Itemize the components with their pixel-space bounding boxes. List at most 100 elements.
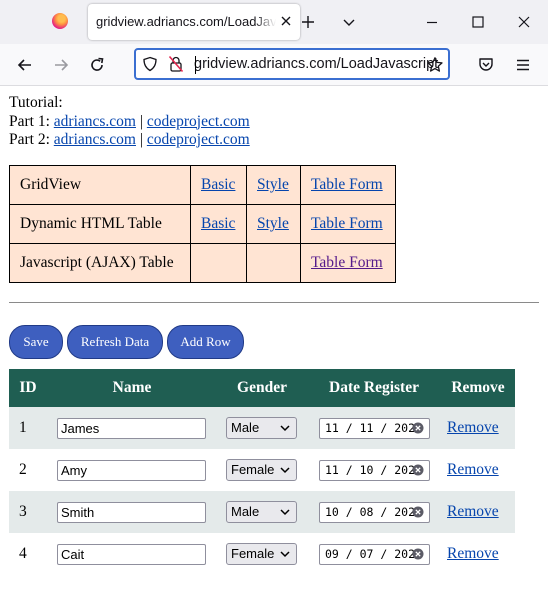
data-grid: ID Name Gender Date Register Remove 1 Ma… — [9, 369, 515, 575]
style-link[interactable]: Style — [257, 215, 289, 232]
menu-icon[interactable] — [514, 56, 532, 74]
remove-link[interactable]: Remove — [447, 545, 499, 562]
url-text: gridview.adriancs.com/LoadJavascript — [194, 56, 439, 72]
back-icon[interactable] — [16, 56, 34, 74]
remove-link[interactable]: Remove — [447, 461, 499, 478]
header-id: ID — [9, 369, 47, 407]
row-id: 4 — [9, 533, 47, 575]
date-value: 11 / 11 / 2022 — [325, 420, 422, 435]
shield-icon[interactable] — [142, 56, 158, 72]
gender-value: Male — [231, 420, 260, 435]
active-tab[interactable]: gridview.adriancs.com/LoadJavascript — [88, 4, 300, 40]
row-id: 2 — [9, 449, 47, 491]
codeproject-link[interactable]: codeproject.com — [147, 113, 250, 130]
nav-row-label: Dynamic HTML Table — [9, 204, 191, 244]
adriancs-link[interactable]: adriancs.com — [54, 131, 136, 148]
date-input[interactable]: 10 / 08 / 2022 — [319, 501, 430, 523]
tutorial-block: Tutorial: Part 1: adriancs.com | codepro… — [9, 94, 539, 150]
nav-row-label: Javascript (AJAX) Table — [9, 243, 191, 283]
bookmark-star-icon[interactable] — [426, 56, 444, 74]
header-name: Name — [47, 369, 217, 407]
firefox-icon[interactable] — [52, 13, 68, 29]
gender-value: Male — [231, 504, 260, 519]
gender-value: Female — [231, 462, 275, 477]
table-form-link[interactable]: Table Form — [311, 254, 383, 271]
header-date: Date Register — [307, 369, 441, 407]
table-row: 2 Female 11 / 10 / 2022 Remove — [9, 449, 515, 491]
nav-row-label: GridView — [9, 165, 191, 205]
insecure-lock-icon[interactable] — [168, 55, 184, 73]
nav-row-dynamic-html: Dynamic HTML Table Basic Style Table For… — [9, 204, 396, 244]
grid-header-row: ID Name Gender Date Register Remove — [9, 369, 515, 407]
style-link[interactable]: Style — [257, 176, 289, 193]
header-remove: Remove — [441, 369, 515, 407]
chevron-down-icon — [280, 551, 290, 558]
basic-link[interactable]: Basic — [201, 215, 235, 232]
gender-select[interactable]: Female — [226, 543, 297, 565]
clear-date-icon[interactable] — [412, 506, 424, 518]
chevron-down-icon — [280, 425, 290, 432]
name-input[interactable] — [57, 543, 206, 565]
gender-select[interactable]: Male — [226, 501, 297, 523]
date-value: 09 / 07 / 2022 — [325, 546, 422, 561]
chevron-down-icon — [280, 509, 290, 516]
tab-list-icon[interactable] — [341, 14, 357, 30]
gender-select[interactable]: Male — [226, 417, 297, 439]
tab-bar: gridview.adriancs.com/LoadJavascript — [0, 0, 548, 44]
chevron-down-icon — [280, 467, 290, 474]
refresh-data-button[interactable]: Refresh Data — [67, 325, 163, 359]
reload-icon[interactable] — [88, 56, 106, 74]
tutorial-part-2: Part 2: adriancs.com | codeproject.com — [9, 131, 539, 150]
name-input[interactable] — [57, 501, 206, 523]
new-tab-icon[interactable] — [300, 14, 316, 30]
text-caret — [195, 56, 196, 74]
minimize-icon[interactable] — [424, 14, 440, 30]
nav-row-gridview: GridView Basic Style Table Form — [9, 165, 396, 205]
gender-value: Female — [231, 546, 275, 561]
date-input[interactable]: 11 / 11 / 2022 — [319, 417, 430, 439]
adriancs-link[interactable]: adriancs.com — [54, 113, 136, 130]
table-form-link[interactable]: Table Form — [311, 176, 383, 193]
clear-date-icon[interactable] — [412, 548, 424, 560]
separator: | — [135, 131, 147, 148]
date-value: 11 / 10 / 2022 — [325, 462, 422, 477]
url-bar[interactable]: gridview.adriancs.com/LoadJavascript — [134, 48, 450, 80]
empty-cell — [190, 243, 247, 283]
save-button[interactable]: Save — [9, 325, 63, 359]
codeproject-link[interactable]: codeproject.com — [147, 131, 250, 148]
part-label: Part 1: — [9, 112, 54, 130]
header-gender: Gender — [217, 369, 307, 407]
tutorial-heading: Tutorial: — [9, 94, 63, 111]
table-row: 1 Male 11 / 11 / 2022 Remove — [9, 407, 515, 449]
gender-select[interactable]: Female — [226, 459, 297, 481]
part-label: Part 2: — [9, 131, 54, 148]
close-window-icon[interactable] — [516, 14, 532, 30]
tutorial-part-1: Part 1: adriancs.com | codeproject.com — [9, 113, 539, 132]
nav-row-javascript-ajax: Javascript (AJAX) Table Table Form — [9, 243, 396, 283]
separator: | — [135, 112, 147, 130]
remove-link[interactable]: Remove — [447, 419, 499, 436]
tab-title: gridview.adriancs.com/LoadJavascript — [96, 14, 276, 29]
maximize-icon[interactable] — [470, 14, 486, 30]
add-row-button[interactable]: Add Row — [167, 325, 244, 359]
row-id: 1 — [9, 407, 47, 449]
close-tab-icon[interactable] — [278, 13, 294, 29]
nav-table: GridView Basic Style Table Form Dynamic … — [9, 165, 396, 283]
basic-link[interactable]: Basic — [201, 176, 235, 193]
clear-date-icon[interactable] — [412, 422, 424, 434]
name-input[interactable] — [57, 459, 206, 481]
table-row: 4 Female 09 / 07 / 2022 Remove — [9, 533, 515, 575]
pocket-icon[interactable] — [477, 56, 495, 74]
date-value: 10 / 08 / 2022 — [325, 504, 422, 519]
date-input[interactable]: 09 / 07 / 2022 — [319, 543, 430, 565]
forward-icon[interactable] — [52, 56, 70, 74]
row-id: 3 — [9, 491, 47, 533]
remove-link[interactable]: Remove — [447, 503, 499, 520]
table-form-link[interactable]: Table Form — [311, 215, 383, 232]
empty-cell — [246, 243, 301, 283]
divider — [9, 302, 539, 303]
name-input[interactable] — [57, 417, 206, 439]
table-row: 3 Male 10 / 08 / 2022 Remove — [9, 491, 515, 533]
clear-date-icon[interactable] — [412, 464, 424, 476]
date-input[interactable]: 11 / 10 / 2022 — [319, 459, 430, 481]
